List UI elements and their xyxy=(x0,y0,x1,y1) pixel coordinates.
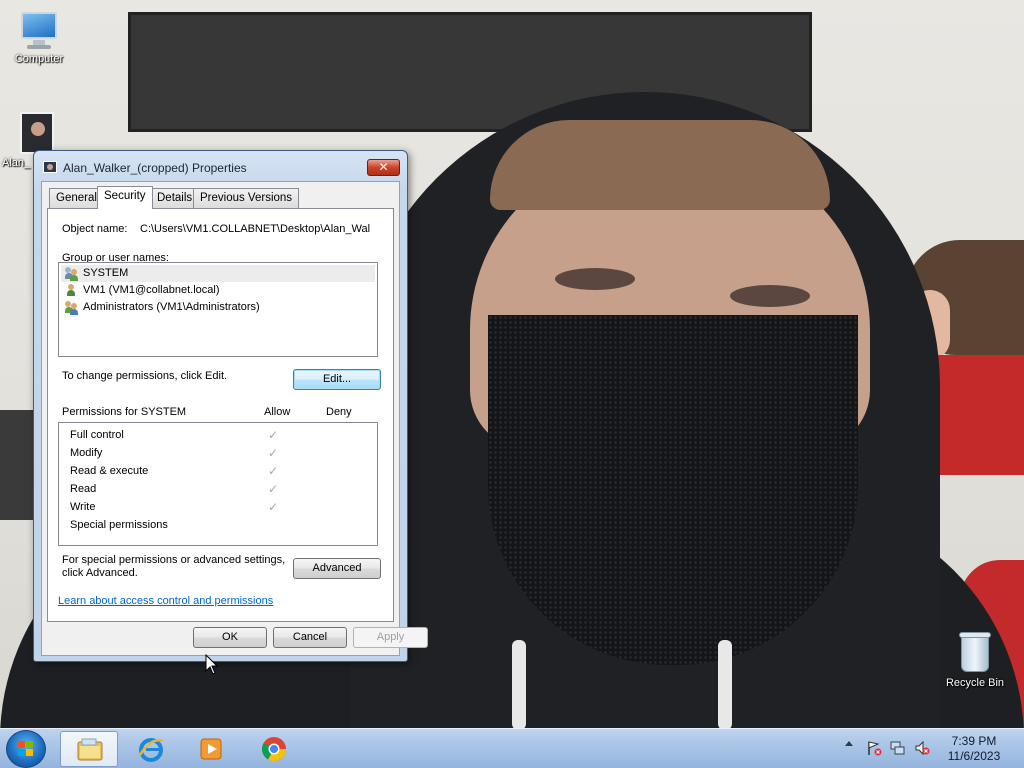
close-icon: ✕ xyxy=(378,160,389,174)
tab-details[interactable]: Details xyxy=(150,188,200,208)
tab-previous-versions[interactable]: Previous Versions xyxy=(193,188,300,208)
dialog-titlebar[interactable]: Alan_Walker_(cropped) Properties ✕ xyxy=(34,151,407,181)
user-name: VM1 (VM1@collabnet.local) xyxy=(83,284,220,296)
change-permissions-text: To change permissions, click Edit. xyxy=(62,370,228,382)
user-group-icon xyxy=(65,301,79,315)
tab-general[interactable]: General xyxy=(49,188,104,208)
action-center-icon[interactable] xyxy=(866,740,882,756)
desktop-icon-computer[interactable]: Computer xyxy=(1,10,77,65)
security-tab-panel: Object name: C:\Users\VM1.COLLABNET\Desk… xyxy=(47,208,394,622)
windows-logo-icon xyxy=(18,741,34,757)
edit-button[interactable]: Edit... xyxy=(293,369,381,390)
allow-check-icon: ✓ xyxy=(268,500,279,514)
windows-explorer-icon xyxy=(77,738,103,761)
apply-button[interactable]: Apply xyxy=(353,627,428,648)
dialog-client: General Security Details Previous Versio… xyxy=(41,181,428,656)
image-file-icon xyxy=(20,112,54,154)
permission-row: Read ✓ xyxy=(59,480,377,498)
cancel-button[interactable]: Cancel xyxy=(273,627,347,648)
permission-name: Full control xyxy=(70,429,124,441)
media-player-icon xyxy=(200,738,222,760)
list-item[interactable]: VM1 (VM1@collabnet.local) xyxy=(61,282,375,299)
permission-row: Modify ✓ xyxy=(59,444,377,462)
user-name: SYSTEM xyxy=(83,267,129,279)
user-icon xyxy=(65,284,79,297)
permissions-list[interactable]: Full control ✓ Modify ✓ Read & execute ✓… xyxy=(58,422,378,546)
chrome-icon xyxy=(261,737,286,762)
recycle-bin-icon xyxy=(957,630,993,674)
internet-explorer-icon xyxy=(138,738,164,762)
volume-muted-icon[interactable] xyxy=(914,740,930,756)
mouse-cursor-icon xyxy=(205,654,219,675)
clock-date: 11/6/2023 xyxy=(947,749,1001,763)
deny-header: Deny xyxy=(326,406,352,418)
list-item[interactable]: SYSTEM xyxy=(61,265,375,282)
taskbar-explorer[interactable] xyxy=(60,731,118,767)
taskbar-media-player[interactable] xyxy=(182,731,240,767)
object-name-value[interactable]: C:\Users\VM1.COLLABNET\Desktop\Alan_Walk… xyxy=(140,223,370,235)
permission-row: Special permissions xyxy=(59,516,377,534)
learn-more-link[interactable]: Learn about access control and permissio… xyxy=(58,595,273,607)
advanced-button[interactable]: Advanced xyxy=(293,558,381,579)
image-file-icon xyxy=(43,161,57,173)
user-group-icon xyxy=(65,267,79,281)
permission-name: Special permissions xyxy=(70,519,168,531)
taskbar-chrome[interactable] xyxy=(245,731,303,767)
tab-security[interactable]: Security xyxy=(97,186,153,209)
user-name: Administrators (VM1\Administrators) xyxy=(83,301,260,313)
show-hidden-icons-icon[interactable] xyxy=(845,741,853,746)
desktop-icon-label: Recycle Bin xyxy=(945,677,1005,689)
ok-button[interactable]: OK xyxy=(193,627,267,648)
allow-check-icon: ✓ xyxy=(268,482,279,496)
clock-time: 7:39 PM xyxy=(951,734,997,748)
list-item[interactable]: Administrators (VM1\Administrators) xyxy=(61,299,375,316)
allow-header: Allow xyxy=(264,406,291,418)
permission-name: Read xyxy=(70,483,97,495)
computer-icon xyxy=(17,10,61,50)
dialog-title: Alan_Walker_(cropped) Properties xyxy=(63,161,247,175)
permissions-label: Permissions for SYSTEM xyxy=(62,406,187,418)
network-icon[interactable] xyxy=(890,740,906,756)
permission-row: Full control ✓ xyxy=(59,426,377,444)
permission-name: Write xyxy=(70,501,96,513)
properties-dialog: Alan_Walker_(cropped) Properties ✕ Gener… xyxy=(33,150,428,662)
system-clock[interactable]: 7:39 PM 11/6/2023 xyxy=(935,734,1013,764)
desktop-icon-recycle-bin[interactable]: Recycle Bin xyxy=(937,630,1013,689)
permission-row: Read & execute ✓ xyxy=(59,462,377,480)
allow-check-icon: ✓ xyxy=(268,446,279,460)
permission-name: Read & execute xyxy=(70,465,149,477)
start-button[interactable] xyxy=(6,730,46,768)
advanced-text-2: click Advanced. xyxy=(62,567,138,579)
allow-check-icon: ✓ xyxy=(268,464,279,478)
permission-name: Modify xyxy=(70,447,103,459)
close-button[interactable]: ✕ xyxy=(367,159,400,176)
taskbar-internet-explorer[interactable] xyxy=(122,731,180,767)
allow-check-icon: ✓ xyxy=(268,428,279,442)
permission-row: Write ✓ xyxy=(59,498,377,516)
desktop-icon-label: Computer xyxy=(14,53,64,65)
taskbar: 7:39 PM 11/6/2023 xyxy=(0,728,1024,768)
user-list[interactable]: SYSTEM VM1 (VM1@collabnet.local) Adminis… xyxy=(58,262,378,357)
advanced-text: For special permissions or advanced sett… xyxy=(62,554,286,566)
object-name-label: Object name: xyxy=(62,223,128,235)
